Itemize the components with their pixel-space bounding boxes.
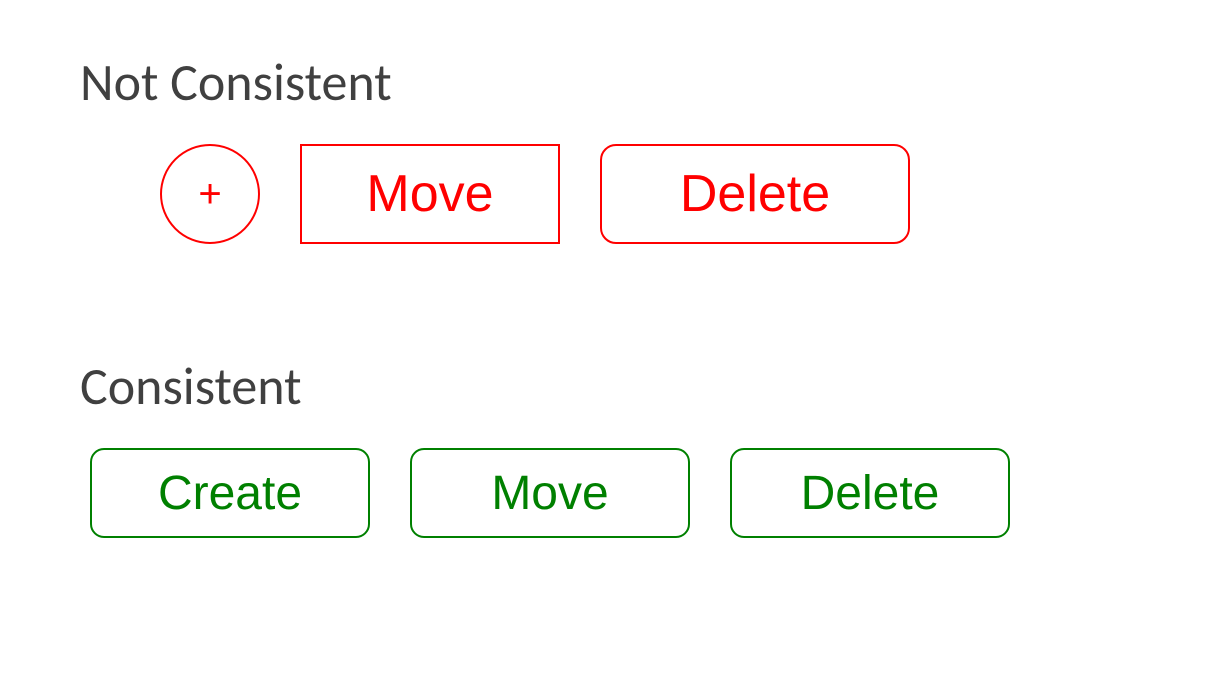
delete-button-consistent-label: Delete <box>801 466 940 521</box>
delete-button-label: Delete <box>680 164 830 224</box>
consistent-title: Consistent <box>80 354 1135 418</box>
move-button-consistent[interactable]: Move <box>410 448 690 538</box>
delete-button[interactable]: Delete <box>600 144 910 244</box>
delete-button-consistent[interactable]: Delete <box>730 448 1010 538</box>
create-button[interactable]: Create <box>90 448 370 538</box>
not-consistent-title: Not Consistent <box>80 50 1135 114</box>
add-button[interactable]: + <box>160 144 260 244</box>
plus-icon: + <box>198 172 221 217</box>
move-button-label: Move <box>366 164 493 224</box>
create-button-label: Create <box>158 466 302 521</box>
move-button[interactable]: Move <box>300 144 560 244</box>
move-button-consistent-label: Move <box>491 466 608 521</box>
not-consistent-section: Not Consistent + Move Delete <box>80 50 1135 244</box>
consistent-section: Consistent Create Move Delete <box>80 354 1135 538</box>
consistent-button-row: Create Move Delete <box>80 448 1135 538</box>
not-consistent-button-row: + Move Delete <box>80 144 1135 244</box>
